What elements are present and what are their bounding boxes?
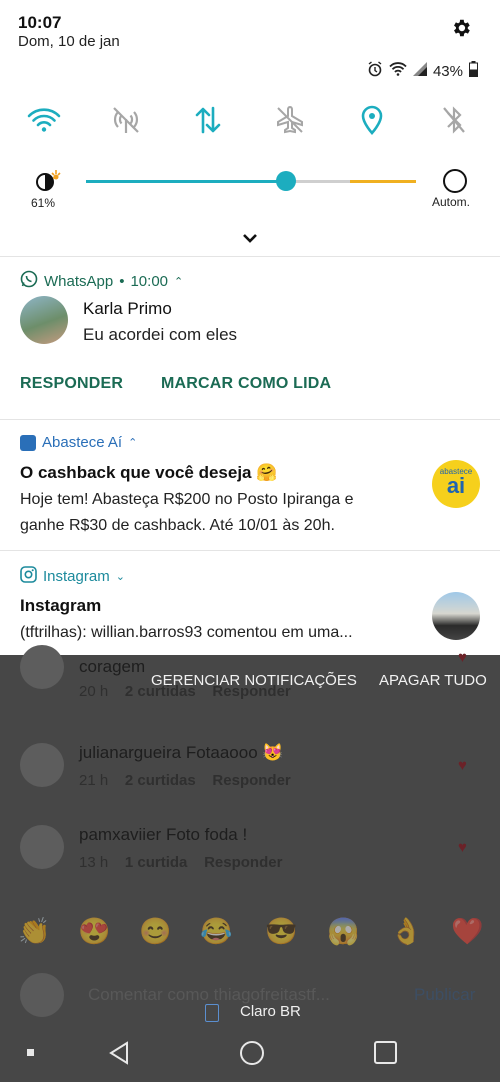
notification-title: O cashback que você deseja 🤗 <box>20 463 278 482</box>
reply-button[interactable]: RESPONDER <box>20 375 123 393</box>
home-icon[interactable] <box>240 1041 264 1065</box>
notification-abastece[interactable]: Abastece Aí ⌃ O cashback que você deseja… <box>0 420 500 550</box>
navigation-bar <box>0 1030 500 1082</box>
brightness-row: 61% Autom. <box>0 165 500 210</box>
sim-card-icon <box>205 1004 219 1022</box>
collapse-chevron-icon[interactable]: ⌃ <box>128 436 137 449</box>
clear-all-button[interactable]: APAGAR TUDO <box>379 672 487 689</box>
notification-body-line2: ganhe R$30 de cashback. Até 10/01 às 20h… <box>20 517 335 534</box>
comment-meta: 13 h 1 curtida Responder <box>79 854 283 871</box>
comment-text: julianargueira Fotaaooo 😻 <box>79 743 284 762</box>
abastece-logo: abastece ai <box>432 460 480 508</box>
heart-eyes-emoji[interactable]: 😍 <box>78 916 110 947</box>
expand-chevron-icon[interactable] <box>238 229 262 247</box>
smile-emoji[interactable]: 😊 <box>139 916 171 947</box>
instagram-avatar <box>432 592 480 640</box>
instagram-icon <box>20 566 37 587</box>
avatar <box>20 973 64 1017</box>
expand-chevron-icon[interactable]: ⌄ <box>116 570 125 583</box>
abastece-app-icon <box>20 434 36 451</box>
message-text: Eu acordei com eles <box>83 325 238 344</box>
shade-actions: GERENCIAR NOTIFICAÇÕES APAGAR TUDO <box>0 669 500 693</box>
avatar <box>20 825 64 869</box>
brightness-percent: 61% <box>31 196 56 210</box>
status-icons: 43% <box>367 61 478 81</box>
recent-dot-icon[interactable] <box>27 1049 34 1056</box>
comment-text: pamxaviier Foto foda ! <box>79 825 248 844</box>
ok-hand-emoji[interactable]: 👌 <box>390 916 422 947</box>
comment-row: julianargueira Fotaaooo 😻 21 h 2 curtida… <box>0 743 500 803</box>
mark-as-read-button[interactable]: MARCAR COMO LIDA <box>161 375 331 393</box>
carrier-label: Claro BR <box>240 1003 301 1020</box>
signal-icon <box>412 62 427 80</box>
notification-body-line1: Hoje tem! Abasteça R$200 no Posto Ipiran… <box>20 491 354 508</box>
app-name: WhatsApp <box>44 272 114 290</box>
sunglasses-emoji[interactable]: 😎 <box>265 916 297 947</box>
avatar <box>20 296 68 344</box>
sender-name: Karla Primo <box>83 299 172 318</box>
notification-title: Instagram <box>20 596 102 615</box>
mobile-hotspot-off-icon[interactable] <box>106 100 146 140</box>
red-heart-emoji[interactable]: ❤️ <box>451 916 483 947</box>
like-heart-icon[interactable]: ♥ <box>458 757 467 774</box>
brightness-slider-thumb[interactable] <box>276 171 296 191</box>
auto-brightness-label: Autom. <box>432 195 471 209</box>
app-name: Instagram <box>43 568 110 585</box>
publish-button[interactable]: Publicar <box>414 985 475 1005</box>
notification-instagram[interactable]: Instagram ⌄ Instagram (tftrilhas): willi… <box>0 551 500 655</box>
comment-row: pamxaviier Foto foda ! 13 h 1 curtida Re… <box>0 825 500 885</box>
like-heart-icon[interactable]: ♥ <box>458 839 467 856</box>
battery-percent: 43% <box>432 62 463 80</box>
clock-time: 10:07 <box>18 13 62 32</box>
manage-notifications-button[interactable]: GERENCIAR NOTIFICAÇÕES <box>151 672 357 689</box>
battery-icon <box>469 61 478 81</box>
notification-body: (tftrilhas): willian.barros93 comentou e… <box>20 624 353 641</box>
collapse-chevron-icon[interactable]: ⌃ <box>174 275 183 288</box>
quick-settings-row <box>0 100 500 140</box>
wifi-icon <box>389 62 407 80</box>
avatar <box>20 743 64 787</box>
airplane-mode-icon[interactable] <box>270 100 310 140</box>
bluetooth-off-icon[interactable] <box>434 100 474 140</box>
overview-icon[interactable] <box>374 1041 397 1064</box>
whatsapp-icon <box>20 270 38 292</box>
notification-time: 10:00 <box>130 272 169 290</box>
like-heart-icon[interactable]: ♥ <box>458 649 467 666</box>
joy-emoji[interactable]: 😂 <box>200 916 232 947</box>
comment-meta: 21 h 2 curtidas Responder <box>79 772 291 789</box>
app-name: Abastece Aí <box>42 434 123 451</box>
settings-gear-icon[interactable] <box>450 17 472 39</box>
clap-emoji[interactable]: 👏 <box>18 916 50 947</box>
emoji-bar: 👏 😍 😊 😂 😎 😱 👌 ❤️ <box>0 898 500 958</box>
brightness-slider[interactable] <box>86 171 416 191</box>
back-icon[interactable] <box>108 1041 130 1070</box>
notification-whatsapp[interactable]: WhatsApp • 10:00 ⌃ Karla Primo Eu acorde… <box>0 257 500 419</box>
alarm-icon <box>367 61 383 81</box>
background-app-dimmed: coragem 20 h 2 curtidas Responder ♥ juli… <box>0 645 500 1082</box>
auto-brightness-toggle[interactable] <box>443 169 467 193</box>
wifi-toggle-icon[interactable] <box>24 100 64 140</box>
scream-emoji[interactable]: 😱 <box>327 916 359 947</box>
date-label: Dom, 10 de jan <box>18 33 120 50</box>
comment-input[interactable]: Comentar como thiagofreitastf... <box>88 985 330 1005</box>
location-icon[interactable] <box>352 100 392 140</box>
mobile-data-icon[interactable] <box>188 100 228 140</box>
